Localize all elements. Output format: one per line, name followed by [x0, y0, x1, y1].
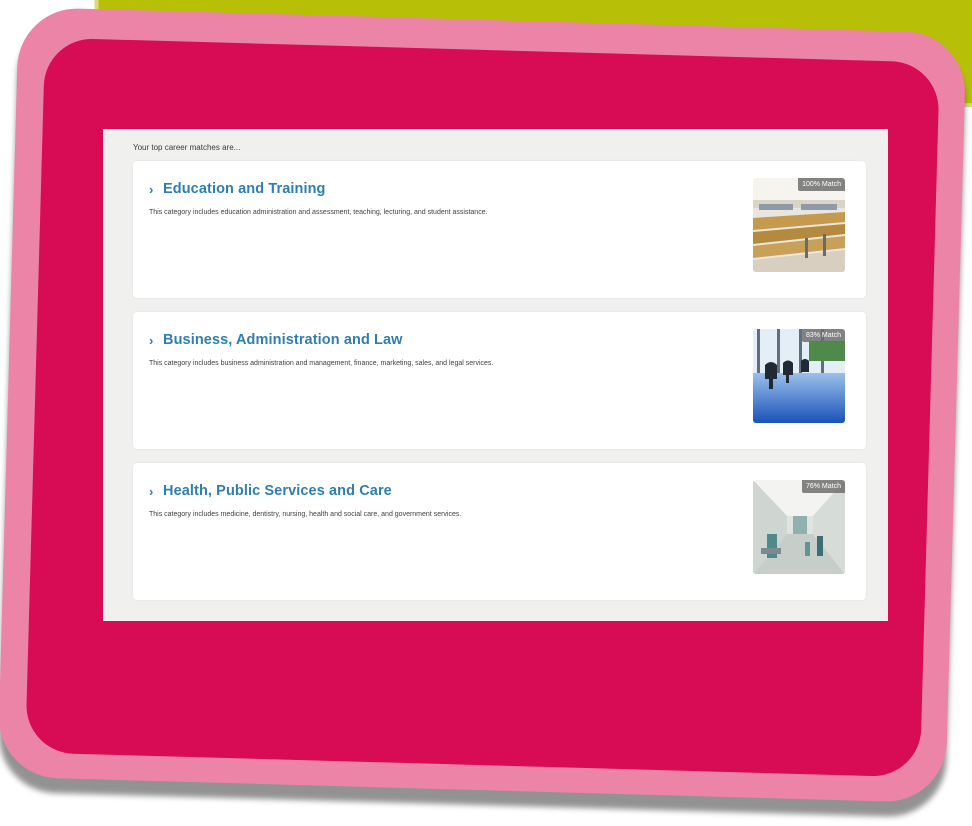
office-chairs-photo: 83% Match — [753, 329, 845, 423]
intro-text: Your top career matches are... — [133, 143, 241, 152]
career-title: Business, Administration and Law — [163, 332, 403, 348]
lecture-hall-photo: 100% Match — [753, 178, 845, 272]
career-description: This category includes business administ… — [149, 360, 494, 367]
chevron-right-icon: › — [149, 332, 154, 348]
chevron-right-icon: › — [149, 483, 154, 499]
match-badge: 83% Match — [801, 329, 845, 342]
match-badge: 100% Match — [798, 178, 845, 191]
career-description: This category includes medicine, dentist… — [149, 511, 462, 518]
career-title: Health, Public Services and Care — [163, 483, 392, 499]
career-title: Education and Training — [163, 181, 326, 197]
chevron-right-icon: › — [149, 181, 154, 197]
hospital-corridor-photo: 76% Match — [753, 480, 845, 574]
match-badge: 76% Match — [801, 480, 845, 493]
career-matches-screenshot: Your top career matches are... › Educati… — [103, 129, 888, 621]
career-card-business[interactable]: › Business, Administration and Law This … — [133, 312, 866, 449]
career-card-health[interactable]: › Health, Public Services and Care This … — [133, 463, 866, 600]
career-card-education[interactable]: › Education and Training This category i… — [133, 161, 866, 298]
career-description: This category includes education adminis… — [149, 209, 488, 216]
